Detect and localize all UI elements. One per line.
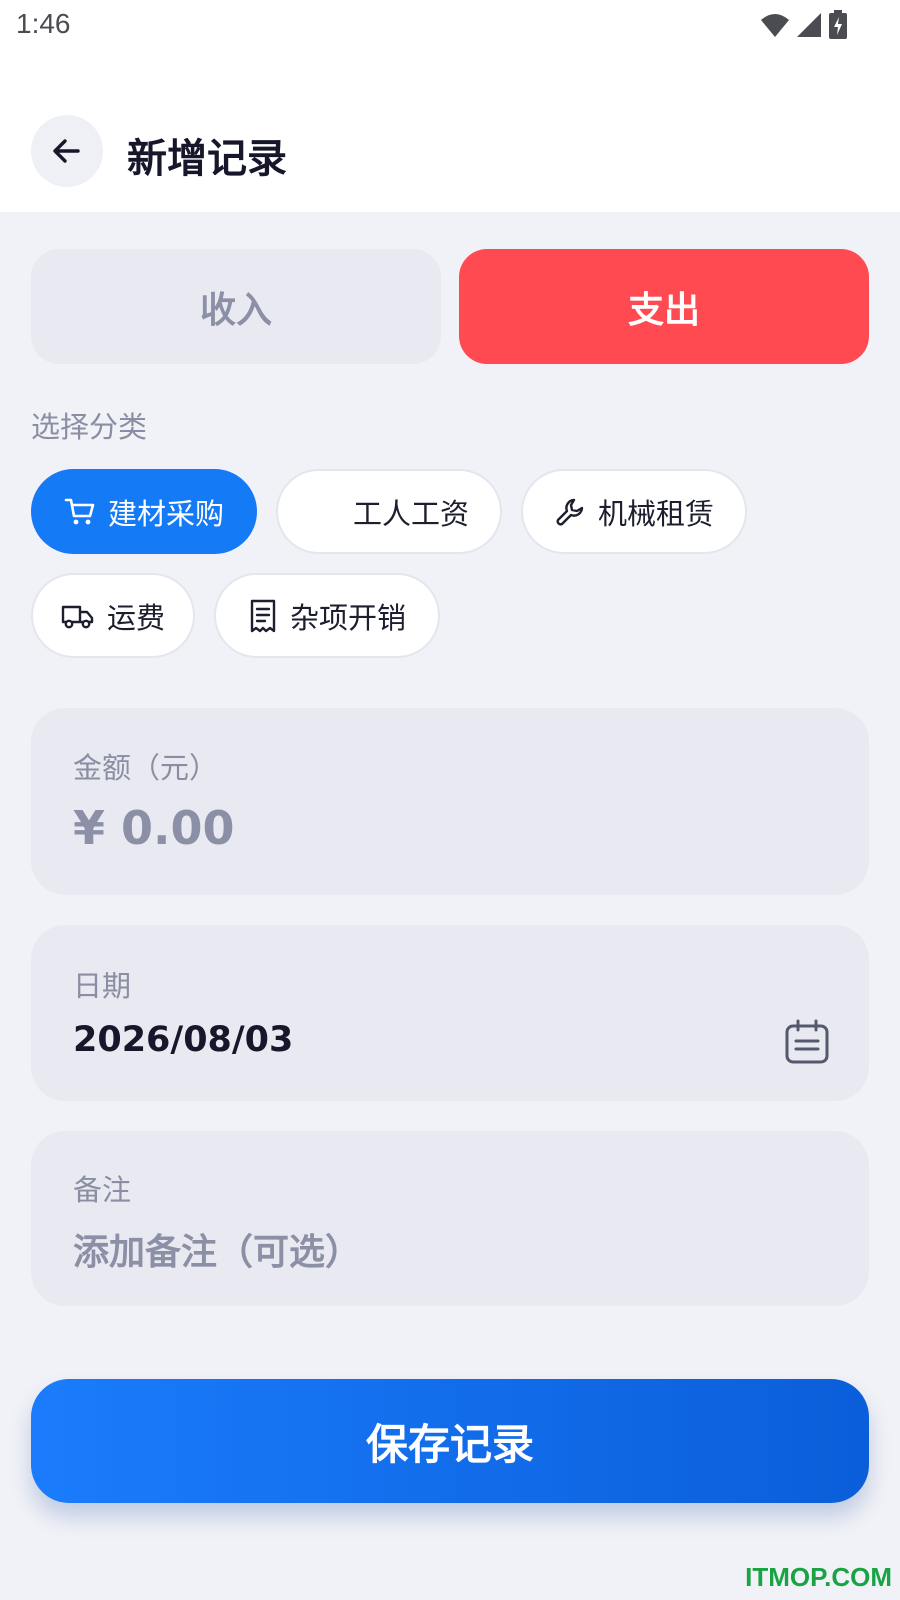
save-button[interactable]: 保存记录 [31, 1379, 869, 1503]
wifi-icon [761, 14, 789, 37]
watermark: ITMOP.COM [745, 1562, 892, 1592]
amount-field[interactable]: 金额（元） ¥ 0.00 [31, 708, 869, 895]
back-button[interactable] [31, 115, 103, 187]
receipt-icon [250, 599, 276, 632]
status-icons [760, 10, 848, 40]
category-chip-misc[interactable]: 杂项开销 [214, 573, 440, 658]
expense-tab[interactable]: 支出 [459, 249, 869, 364]
page-title: 新增记录 [127, 136, 287, 182]
category-chip-label: 机械租赁 [597, 496, 714, 531]
category-chip-wages[interactable]: 工人工资 [276, 469, 502, 554]
note-input[interactable]: 添加备注（可选） [73, 1223, 361, 1275]
income-tab[interactable]: 收入 [31, 249, 441, 364]
app-header: 新增记录 [0, 60, 900, 212]
category-section-label: 选择分类 [31, 410, 148, 444]
status-time: 1:46 [16, 8, 71, 39]
arrow-left-icon [53, 139, 80, 163]
category-chip-materials[interactable]: 建材采购 [31, 469, 257, 554]
category-chip-label: 运费 [106, 600, 165, 635]
cart-icon [64, 498, 95, 524]
category-chip-label: 建材采购 [107, 496, 224, 531]
truck-icon [61, 605, 94, 628]
amount-label: 金额（元） [73, 751, 219, 785]
note-label: 备注 [73, 1173, 132, 1207]
amount-input[interactable]: ¥ 0.00 [73, 801, 235, 855]
category-chip-label: 杂项开销 [289, 600, 406, 635]
date-value[interactable]: 2026/08/03 [73, 1020, 293, 1060]
type-toggle: 收入 支出 [31, 249, 869, 364]
category-chip-machinery[interactable]: 机械租赁 [521, 469, 747, 554]
date-field[interactable]: 日期 2026/08/03 [31, 925, 869, 1101]
date-label: 日期 [73, 969, 132, 1003]
wrench-icon [556, 498, 584, 525]
battery-charging-icon [829, 10, 847, 39]
note-field[interactable]: 备注 添加备注（可选） [31, 1131, 869, 1306]
status-bar: 1:46 [0, 0, 900, 60]
signal-icon [797, 13, 821, 37]
calendar-icon[interactable] [784, 1019, 830, 1065]
category-chip-freight[interactable]: 运费 [31, 573, 195, 658]
category-chip-label: 工人工资 [352, 496, 469, 531]
